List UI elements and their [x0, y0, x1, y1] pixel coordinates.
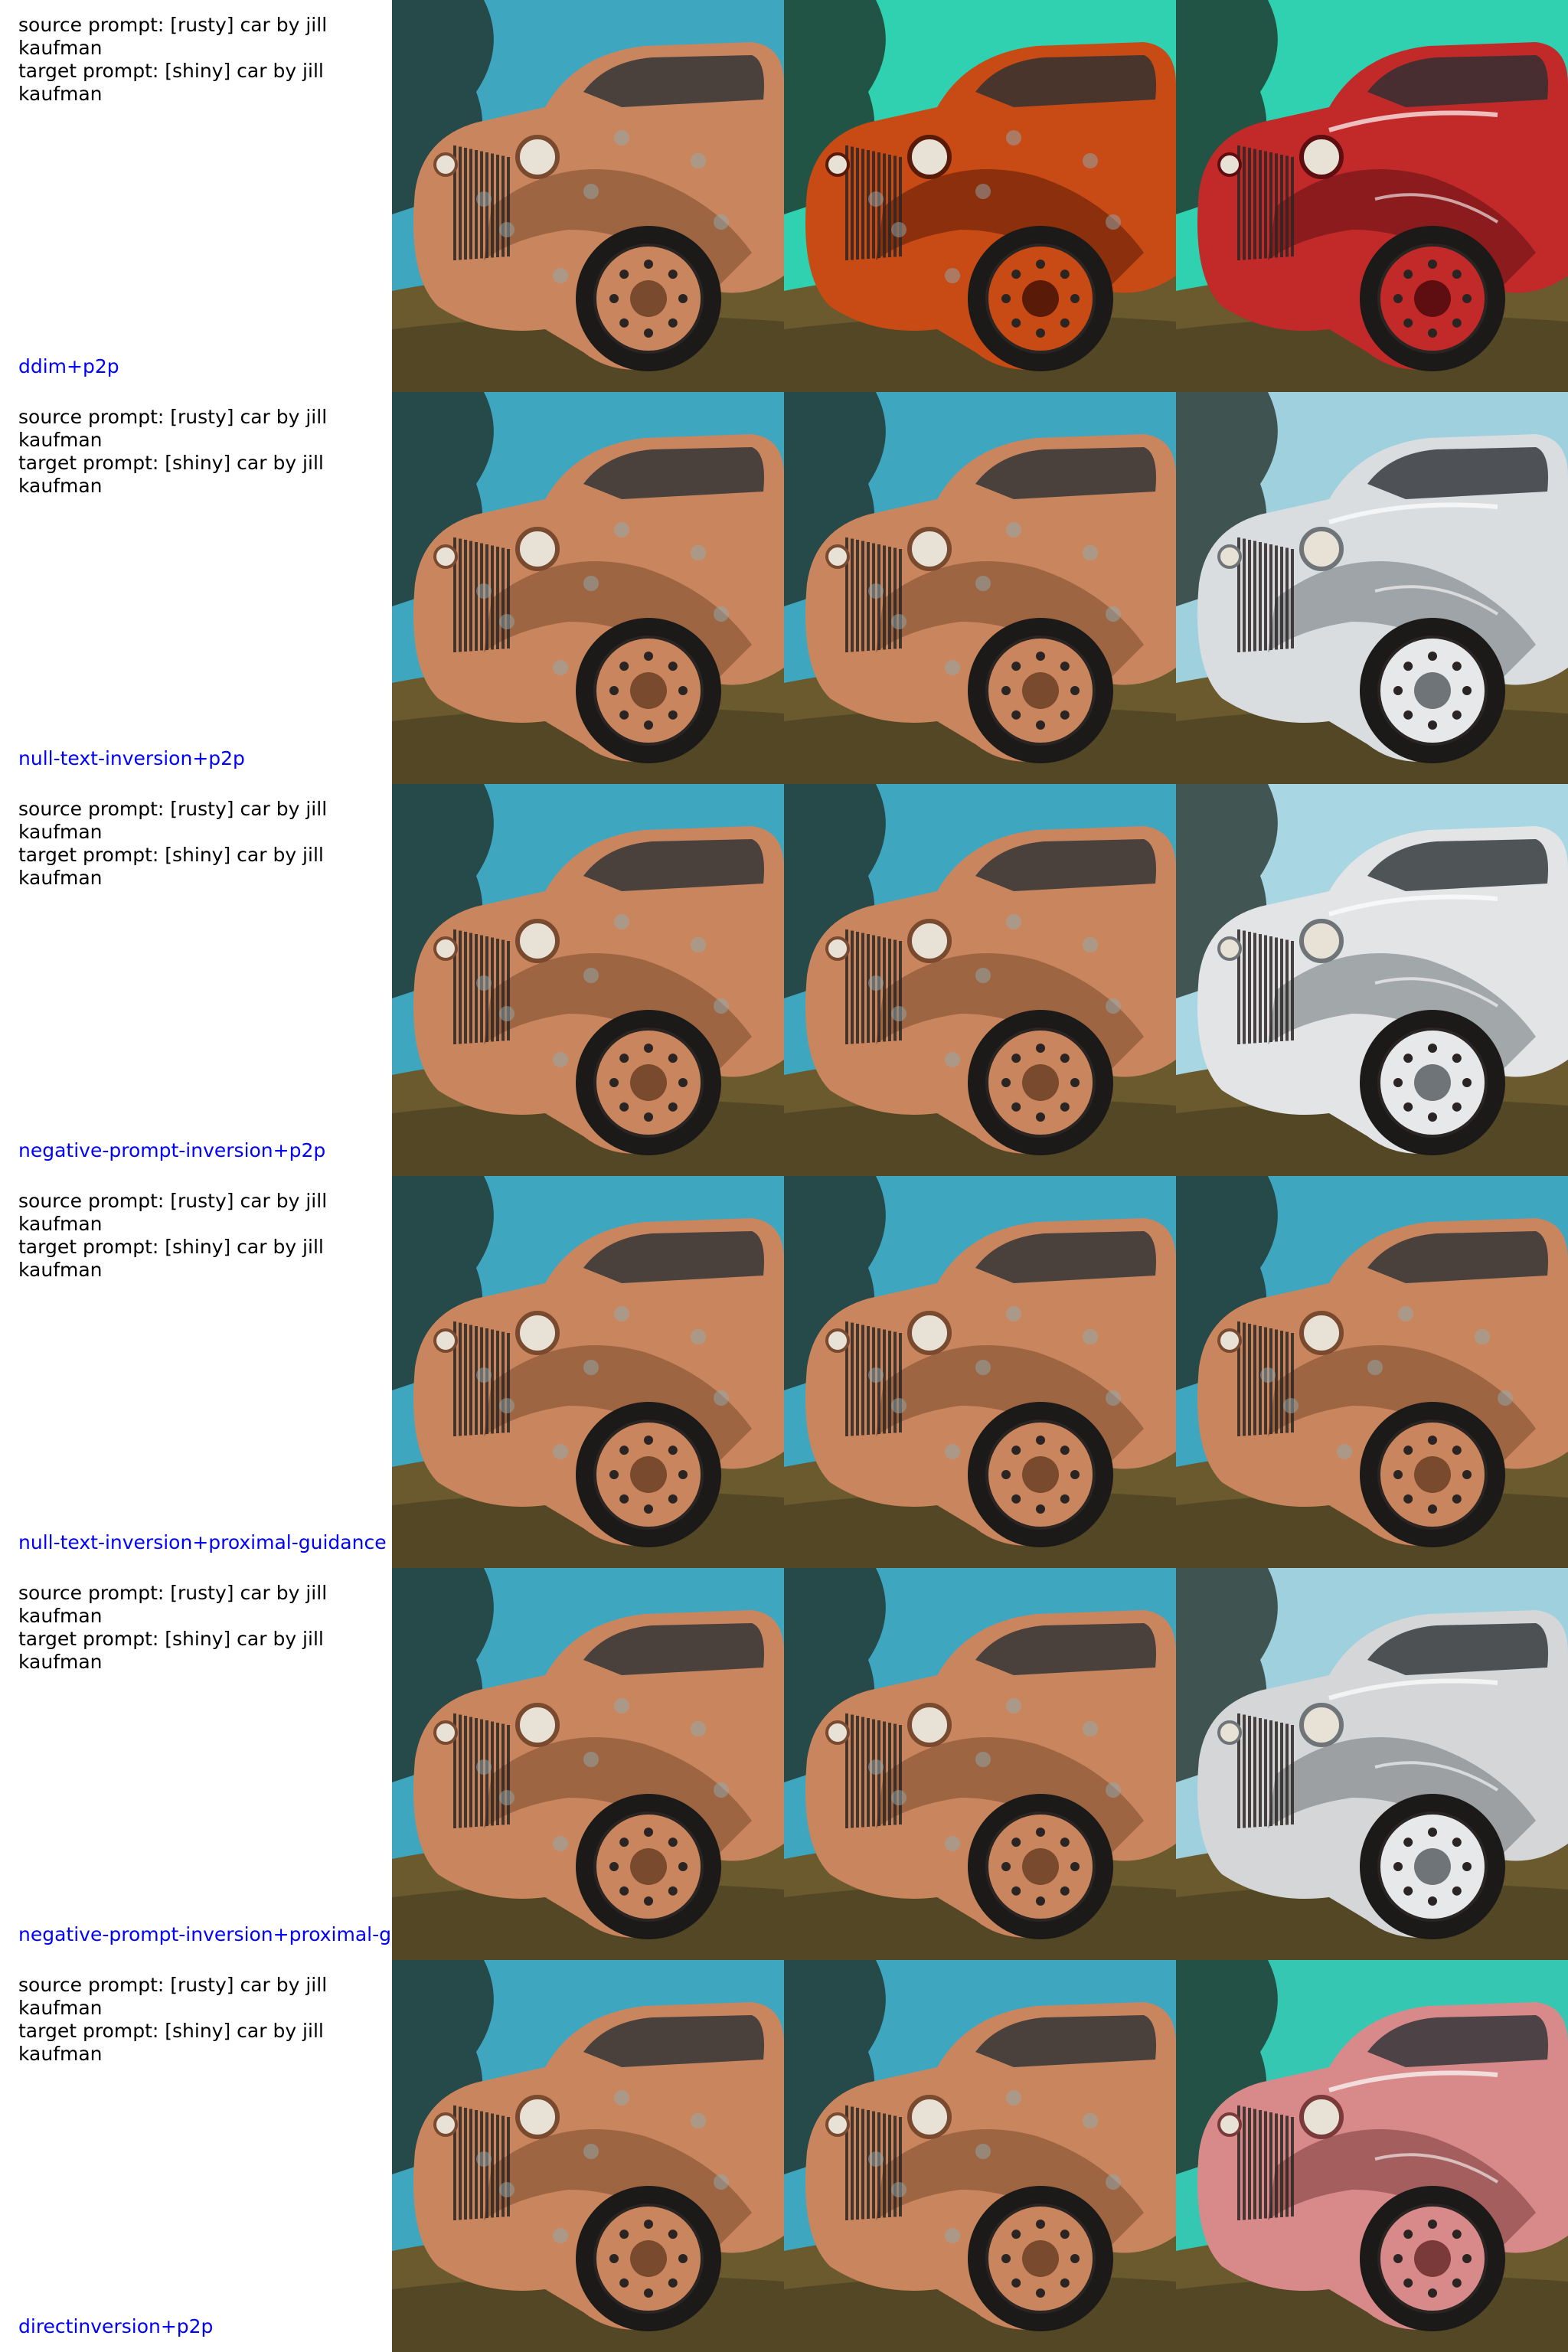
image-cell-source [392, 1568, 784, 1960]
method-label: negative-prompt-inversion+proximal-guida… [18, 1923, 392, 1945]
reconstructed-rusty-car-image [784, 784, 1176, 1176]
target-prompt: target prompt: [shiny] car by jill kaufm… [18, 60, 324, 105]
source-prompt: source prompt: [rusty] car by jill kaufm… [18, 1974, 328, 2019]
image-cell-source [392, 1960, 784, 2352]
image-cell-edited [1176, 1960, 1568, 2352]
source-prompt: source prompt: [rusty] car by jill kaufm… [18, 798, 328, 843]
comparison-row: source prompt: [rusty] car by jill kaufm… [0, 0, 1568, 392]
edited-silver-car-image [1176, 392, 1568, 784]
source-rusty-car-image [392, 392, 784, 784]
prompt-text-block: source prompt: [rusty] car by jill kaufm… [18, 1190, 340, 1282]
edited-pink-car-image [1176, 1960, 1568, 2352]
target-prompt: target prompt: [shiny] car by jill kaufm… [18, 452, 324, 497]
method-label: null-text-inversion+p2p [18, 747, 245, 769]
source-prompt: source prompt: [rusty] car by jill kaufm… [18, 14, 328, 59]
target-prompt: target prompt: [shiny] car by jill kaufm… [18, 844, 324, 889]
image-cell-edited [1176, 784, 1568, 1176]
source-prompt: source prompt: [rusty] car by jill kaufm… [18, 1190, 328, 1235]
source-rusty-car-image [392, 784, 784, 1176]
image-cell-reconstruction [784, 1176, 1176, 1568]
prompt-text-block: source prompt: [rusty] car by jill kaufm… [18, 1582, 340, 1674]
comparison-grid: source prompt: [rusty] car by jill kaufm… [0, 0, 1568, 2352]
image-cell-source [392, 784, 784, 1176]
reconstructed-rusty-car-image [784, 1568, 1176, 1960]
target-prompt: target prompt: [shiny] car by jill kaufm… [18, 2020, 324, 2065]
edited-silver-car-image [1176, 784, 1568, 1176]
prompt-text-block: source prompt: [rusty] car by jill kaufm… [18, 1974, 340, 2066]
prompt-text-block: source prompt: [rusty] car by jill kaufm… [18, 798, 340, 890]
method-label: ddim+p2p [18, 355, 119, 377]
image-cell-edited [1176, 1176, 1568, 1568]
source-rusty-car-image [392, 1960, 784, 2352]
image-cell-edited [1176, 392, 1568, 784]
row-label-panel: source prompt: [rusty] car by jill kaufm… [0, 0, 392, 392]
row-label-panel: source prompt: [rusty] car by jill kaufm… [0, 392, 392, 784]
image-cell-source [392, 1176, 784, 1568]
image-cell-reconstruction [784, 784, 1176, 1176]
comparison-row: source prompt: [rusty] car by jill kaufm… [0, 1176, 1568, 1568]
comparison-row: source prompt: [rusty] car by jill kaufm… [0, 392, 1568, 784]
source-rusty-car-image [392, 1176, 784, 1568]
prompt-text-block: source prompt: [rusty] car by jill kaufm… [18, 14, 340, 106]
target-prompt: target prompt: [shiny] car by jill kaufm… [18, 1236, 324, 1281]
image-cell-reconstruction [784, 392, 1176, 784]
method-label: null-text-inversion+proximal-guidance [18, 1531, 387, 1553]
image-cell-reconstruction [784, 0, 1176, 392]
method-label: directinversion+p2p [18, 2315, 214, 2337]
row-label-panel: source prompt: [rusty] car by jill kaufm… [0, 1176, 392, 1568]
edited-silver-car-image [1176, 1568, 1568, 1960]
edited-red-car-image [1176, 0, 1568, 392]
image-cell-source [392, 392, 784, 784]
row-label-panel: source prompt: [rusty] car by jill kaufm… [0, 1960, 392, 2352]
prompt-text-block: source prompt: [rusty] car by jill kaufm… [18, 406, 340, 498]
row-label-panel: source prompt: [rusty] car by jill kaufm… [0, 784, 392, 1176]
image-cell-edited [1176, 0, 1568, 392]
comparison-row: source prompt: [rusty] car by jill kaufm… [0, 784, 1568, 1176]
row-label-panel: source prompt: [rusty] car by jill kaufm… [0, 1568, 392, 1960]
image-cell-source [392, 0, 784, 392]
reconstructed-rusty-car-image [784, 392, 1176, 784]
comparison-row: source prompt: [rusty] car by jill kaufm… [0, 1960, 1568, 2352]
source-prompt: source prompt: [rusty] car by jill kaufm… [18, 406, 328, 451]
target-prompt: target prompt: [shiny] car by jill kaufm… [18, 1628, 324, 1673]
edited-rusty-car-image [1176, 1176, 1568, 1568]
comparison-row: source prompt: [rusty] car by jill kaufm… [0, 1568, 1568, 1960]
source-rusty-car-image [392, 0, 784, 392]
edited-rusty-orange-car-image [784, 0, 1176, 392]
source-rusty-car-image [392, 1568, 784, 1960]
method-label: negative-prompt-inversion+p2p [18, 1139, 326, 1161]
image-cell-reconstruction [784, 1960, 1176, 2352]
image-cell-reconstruction [784, 1568, 1176, 1960]
image-cell-edited [1176, 1568, 1568, 1960]
reconstructed-rusty-car-image [784, 1960, 1176, 2352]
source-prompt: source prompt: [rusty] car by jill kaufm… [18, 1582, 328, 1627]
reconstructed-rusty-car-image [784, 1176, 1176, 1568]
